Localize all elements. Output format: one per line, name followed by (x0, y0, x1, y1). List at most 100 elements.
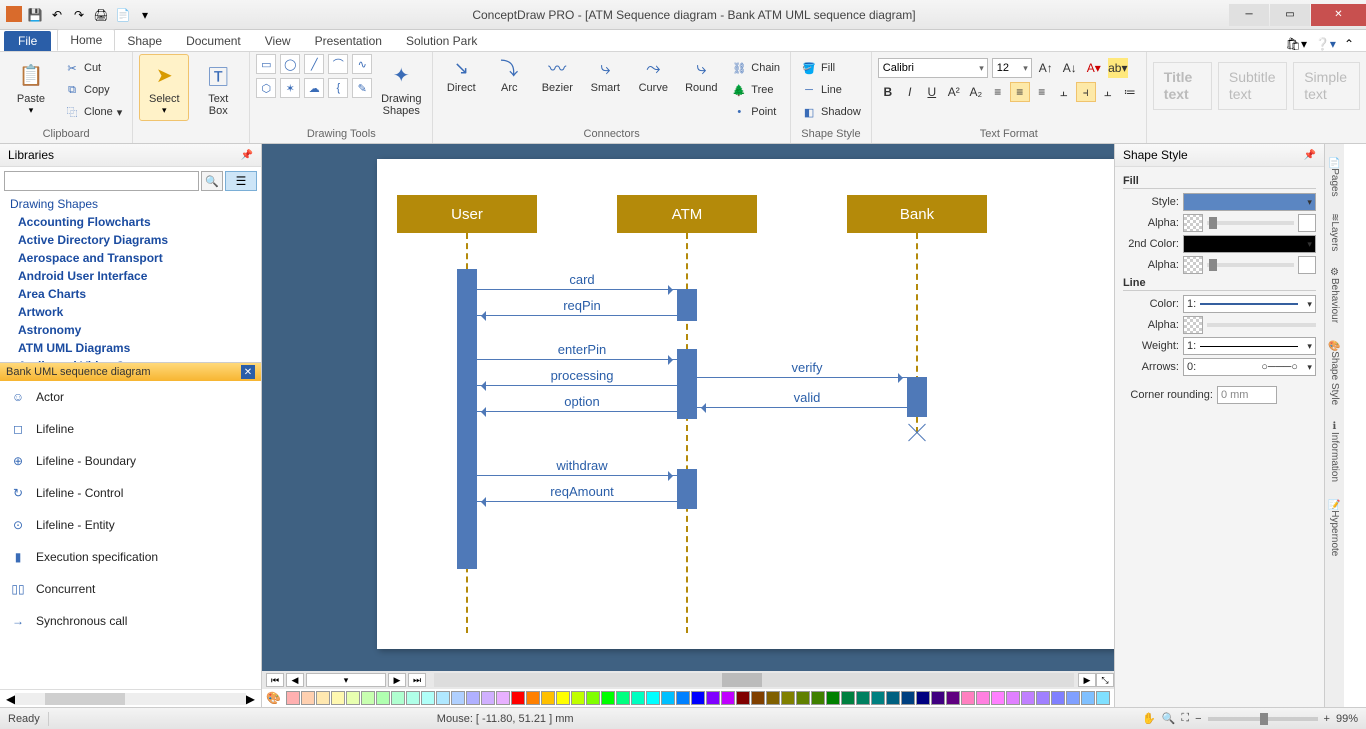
color-swatch[interactable] (691, 691, 705, 705)
tool-spline-icon[interactable]: ∿ (352, 54, 372, 74)
color-swatch[interactable] (601, 691, 615, 705)
corner-rounding-input[interactable]: 0 mm (1217, 386, 1277, 404)
color-swatch[interactable] (901, 691, 915, 705)
activation-user[interactable] (457, 269, 477, 569)
color-swatch[interactable] (1081, 691, 1095, 705)
view-toggle-button[interactable]: ☰ (225, 171, 257, 191)
color-swatch[interactable] (811, 691, 825, 705)
color-swatch[interactable] (931, 691, 945, 705)
line-weight-combo[interactable]: 1: (1183, 337, 1316, 355)
color-swatch[interactable] (616, 691, 630, 705)
tool-rect-icon[interactable]: ▭ (256, 54, 276, 74)
pan-icon[interactable]: ✋ (1142, 712, 1156, 725)
side-tab-hypernote[interactable]: 📝Hypernote (1327, 494, 1342, 560)
color-swatch[interactable] (736, 691, 750, 705)
zoom-slider[interactable] (1208, 717, 1318, 721)
color-swatch[interactable] (886, 691, 900, 705)
stencil-concurrent[interactable]: ▯▯Concurrent (0, 573, 261, 605)
connector-chain[interactable]: ⛓Chain (727, 58, 784, 78)
tab-shape[interactable]: Shape (115, 31, 174, 51)
msg-arrow[interactable] (477, 385, 677, 386)
stencil-sync-call[interactable]: →Synchronous call (0, 605, 261, 637)
color-swatch[interactable] (361, 691, 375, 705)
msg-arrow[interactable] (477, 289, 677, 290)
qat-redo-icon[interactable]: ↷ (70, 6, 88, 24)
align-left-icon[interactable]: ≡ (988, 82, 1008, 102)
lifeline-atm[interactable]: ATM (617, 195, 757, 233)
color-swatch[interactable] (676, 691, 690, 705)
page-dropdown-icon[interactable]: ▾ (306, 673, 386, 687)
lifeline-bank[interactable]: Bank (847, 195, 987, 233)
align-center-icon[interactable]: ≡ (1010, 82, 1030, 102)
color-swatch[interactable] (571, 691, 585, 705)
msg-arrow[interactable] (697, 407, 907, 408)
tree-item[interactable]: Artwork (0, 303, 261, 321)
copy-button[interactable]: ⧉Copy (60, 80, 126, 100)
canvas-hscroll[interactable] (434, 673, 1074, 687)
tool-arc-icon[interactable]: ⌒ (328, 54, 348, 74)
fill-button[interactable]: 🪣Fill (797, 58, 865, 78)
msg-arrow[interactable] (477, 411, 677, 412)
align-right-icon[interactable]: ≡ (1032, 82, 1052, 102)
color-swatch[interactable] (961, 691, 975, 705)
side-tab-behaviour[interactable]: ⚙Behaviour (1327, 263, 1342, 327)
close-button[interactable]: ✕ (1311, 4, 1366, 26)
library-tree[interactable]: Drawing Shapes Accounting Flowcharts Act… (0, 195, 261, 363)
search-button[interactable]: 🔍 (201, 171, 223, 191)
tree-item[interactable]: ATM UML Diagrams (0, 339, 261, 357)
color-swatch[interactable] (346, 691, 360, 705)
color-swatch[interactable] (301, 691, 315, 705)
zoom-out-icon[interactable]: − (1195, 713, 1201, 725)
next-page-icon[interactable]: ▶ (388, 673, 406, 687)
last-page-icon[interactable]: ⏭ (408, 673, 426, 687)
canvas[interactable]: User ATM Bank card reqPin enterPi (262, 144, 1114, 671)
side-tab-shape-style[interactable]: 🎨Shape Style (1327, 335, 1342, 409)
zoom-value[interactable]: 99% (1336, 713, 1358, 725)
connector-curve[interactable]: ⤳Curve (631, 54, 675, 94)
color-swatch[interactable] (436, 691, 450, 705)
color-swatch[interactable] (316, 691, 330, 705)
color-swatch[interactable] (1051, 691, 1065, 705)
color-swatch[interactable] (766, 691, 780, 705)
line-button[interactable]: ─Line (797, 80, 865, 100)
cut-button[interactable]: ✂Cut (60, 58, 126, 78)
highlight-icon[interactable]: ab▾ (1108, 58, 1128, 78)
qat-copy-icon[interactable]: 📄 (114, 6, 132, 24)
connector-smart[interactable]: ⤷Smart (583, 54, 627, 94)
qat-app-icon[interactable] (6, 6, 22, 22)
tree-item[interactable]: Area Charts (0, 285, 261, 303)
line-color-combo[interactable]: 1: (1183, 295, 1316, 313)
color-swatch[interactable] (826, 691, 840, 705)
color-swatch[interactable] (841, 691, 855, 705)
bullets-icon[interactable]: ≔ (1120, 82, 1140, 102)
color-swatch[interactable] (496, 691, 510, 705)
font-family-combo[interactable]: Calibri (878, 58, 988, 78)
font-color-icon[interactable]: A▾ (1084, 58, 1104, 78)
qat-print-icon[interactable]: 🖨 (92, 6, 110, 24)
textbox-button[interactable]: 🅃 Text Box (193, 54, 243, 122)
stencil-lifeline[interactable]: ◻Lifeline (0, 413, 261, 445)
side-tab-layers[interactable]: ≋Layers (1327, 209, 1342, 255)
stencil-lifeline-entity[interactable]: ⊙Lifeline - Entity (0, 509, 261, 541)
grow-font-icon[interactable]: A↑ (1036, 58, 1056, 78)
color-swatch[interactable] (481, 691, 495, 705)
color-swatch[interactable] (406, 691, 420, 705)
color-swatch[interactable] (1021, 691, 1035, 705)
align-middle-icon[interactable]: ⫞ (1076, 82, 1096, 102)
shrink-font-icon[interactable]: A↓ (1060, 58, 1080, 78)
font-size-combo[interactable]: 12 (992, 58, 1032, 78)
connector-tree[interactable]: 🌲Tree (727, 80, 784, 100)
maximize-button[interactable]: ▭ (1270, 4, 1310, 26)
tab-presentation[interactable]: Presentation (303, 31, 394, 51)
color-swatch[interactable] (946, 691, 960, 705)
tool-pen-icon[interactable]: ✎ (352, 78, 372, 98)
zoom-in-icon[interactable]: + (1324, 713, 1330, 725)
color-swatch[interactable] (751, 691, 765, 705)
tool-line-icon[interactable]: ╱ (304, 54, 324, 74)
first-page-icon[interactable]: ⏮ (266, 673, 284, 687)
color-swatch[interactable] (976, 691, 990, 705)
connector-bezier[interactable]: 〰Bezier (535, 54, 579, 94)
title-text-placeholder[interactable]: Title text (1153, 62, 1212, 110)
subscript-button[interactable]: A₂ (966, 82, 986, 102)
msg-arrow[interactable] (477, 315, 677, 316)
